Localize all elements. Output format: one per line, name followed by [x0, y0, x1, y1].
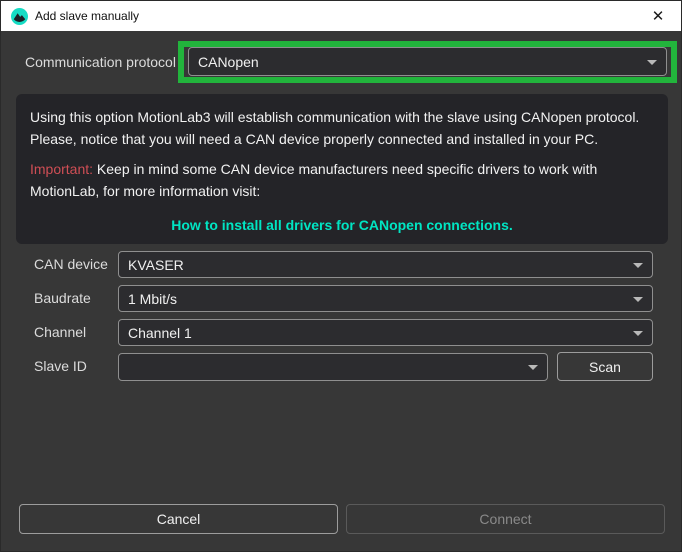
chevron-down-icon [633, 297, 643, 302]
chevron-down-icon [633, 263, 643, 268]
protocol-label: Communication protocol [25, 41, 176, 83]
channel-label: Channel [34, 319, 86, 346]
cancel-button[interactable]: Cancel [19, 504, 338, 534]
highlight-box: CANopen [178, 41, 677, 83]
important-text: Keep in mind some CAN device manufacture… [30, 161, 597, 199]
app-logo-icon [11, 8, 28, 25]
info-paragraph: Using this option MotionLab3 will establ… [30, 106, 654, 150]
dialog-body: Communication protocol CANopen Using thi… [1, 31, 681, 551]
channel-value: Channel 1 [128, 325, 192, 341]
baudrate-dropdown[interactable]: 1 Mbit/s [118, 285, 653, 312]
can-device-label: CAN device [34, 251, 108, 278]
baudrate-label: Baudrate [34, 285, 91, 312]
drivers-help-link[interactable]: How to install all drivers for CANopen c… [171, 217, 513, 233]
connect-button[interactable]: Connect [346, 504, 665, 534]
link-line: How to install all drivers for CANopen c… [30, 214, 654, 236]
protocol-value: CANopen [198, 54, 259, 70]
slave-id-label: Slave ID [34, 353, 87, 380]
info-box: Using this option MotionLab3 will establ… [16, 94, 668, 244]
can-device-value: KVASER [128, 257, 184, 273]
protocol-dropdown[interactable]: CANopen [188, 47, 667, 76]
chevron-down-icon [528, 365, 538, 370]
can-device-dropdown[interactable]: KVASER [118, 251, 653, 278]
window-title: Add slave manually [35, 9, 139, 23]
baudrate-value: 1 Mbit/s [128, 291, 177, 307]
add-slave-dialog: Add slave manually ✕ Communication proto… [0, 0, 682, 552]
scan-button[interactable]: Scan [557, 352, 653, 381]
chevron-down-icon [647, 60, 657, 65]
important-label: Important: [30, 161, 93, 177]
title-bar: Add slave manually ✕ [1, 1, 681, 31]
slave-id-dropdown[interactable] [118, 353, 548, 381]
chevron-down-icon [633, 331, 643, 336]
important-paragraph: Important: Keep in mind some CAN device … [30, 158, 654, 202]
close-icon[interactable]: ✕ [635, 1, 681, 31]
channel-dropdown[interactable]: Channel 1 [118, 319, 653, 346]
